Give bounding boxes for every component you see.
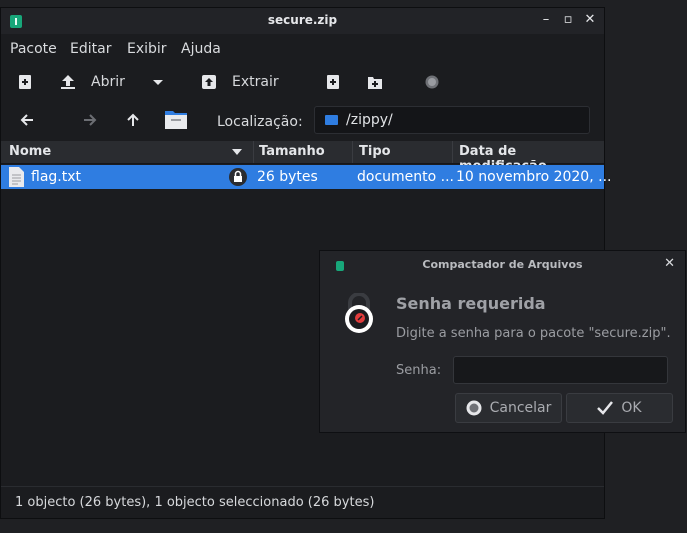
dialog-message: Digite a senha para o pacote "secure.zip… xyxy=(396,326,671,341)
add-file-icon xyxy=(327,75,339,89)
padlock-icon xyxy=(345,293,373,333)
dialog-heading: Senha requerida xyxy=(396,294,546,313)
password-label: Senha: xyxy=(396,363,442,378)
new-archive-button[interactable] xyxy=(18,68,32,96)
cancel-label: Cancelar xyxy=(489,400,552,416)
password-dialog: Compactador de Arquivos ✕ Senha requerid… xyxy=(319,250,686,433)
checkmark-icon xyxy=(597,401,614,415)
menu-exibir[interactable]: Exibir xyxy=(127,41,167,57)
forward-arrow-icon[interactable] xyxy=(83,113,97,127)
column-headers: Nome Tamanho Tipo Data de modificação xyxy=(1,141,604,174)
stop-button[interactable] xyxy=(425,68,439,96)
stop-icon xyxy=(425,75,439,89)
location-label: Localização: xyxy=(217,114,303,130)
column-type[interactable]: Tipo xyxy=(359,144,391,159)
menu-pacote[interactable]: Pacote xyxy=(10,41,57,57)
extract-button[interactable]: Extrair xyxy=(202,68,279,96)
file-type: documento ... xyxy=(357,169,455,185)
home-folder-icon[interactable] xyxy=(165,109,187,129)
add-folder-icon xyxy=(368,77,382,89)
up-arrow-icon[interactable] xyxy=(126,113,140,127)
add-folder-button[interactable] xyxy=(368,68,382,96)
toolbar: Abrir Extrair xyxy=(1,65,604,101)
column-name[interactable]: Nome xyxy=(9,144,51,159)
minimize-button[interactable]: – xyxy=(537,11,555,29)
password-input[interactable] xyxy=(453,356,668,384)
extract-label: Extrair xyxy=(232,74,279,90)
extract-icon xyxy=(202,75,216,89)
open-button[interactable]: Abrir xyxy=(61,68,125,96)
menu-editar[interactable]: Editar xyxy=(70,41,111,57)
folder-icon xyxy=(325,115,338,125)
navigation-bar: Localização: /zippy/ xyxy=(1,104,604,140)
new-document-icon xyxy=(19,75,31,89)
table-row[interactable]: flag.txt 26 bytes documento ... 10 novem… xyxy=(1,165,611,189)
maximize-button[interactable]: ▫ xyxy=(559,11,577,29)
location-path: /zippy/ xyxy=(346,112,393,128)
open-label: Abrir xyxy=(91,74,125,90)
file-size: 26 bytes xyxy=(257,169,318,185)
dialog-close-button[interactable]: ✕ xyxy=(664,256,675,271)
back-arrow-icon[interactable] xyxy=(20,113,34,127)
file-modified: 10 novembro 2020, ... xyxy=(456,169,612,185)
ok-label: OK xyxy=(621,400,642,416)
chevron-down-icon xyxy=(153,80,163,85)
file-name: flag.txt xyxy=(31,169,81,185)
sort-chevron-down-icon[interactable] xyxy=(232,149,242,155)
dialog-title: Compactador de Arquivos xyxy=(422,258,583,271)
text-file-icon xyxy=(9,167,24,187)
open-dropdown-button[interactable] xyxy=(151,68,165,96)
close-button[interactable]: ✕ xyxy=(581,11,599,29)
title-bar: secure.zip – ▫ ✕ xyxy=(1,8,604,34)
menu-bar: Pacote Editar Exibir Ajuda xyxy=(1,35,604,63)
status-bar: 1 objecto (26 bytes), 1 objecto seleccio… xyxy=(1,486,604,519)
status-text: 1 objecto (26 bytes), 1 objecto seleccio… xyxy=(15,495,375,510)
cancel-button[interactable]: Cancelar xyxy=(455,393,562,423)
location-field[interactable]: /zippy/ xyxy=(314,106,590,134)
menu-ajuda[interactable]: Ajuda xyxy=(181,41,221,57)
column-size[interactable]: Tamanho xyxy=(259,144,325,159)
ok-button[interactable]: OK xyxy=(566,393,673,423)
add-file-button[interactable] xyxy=(326,68,340,96)
window-title: secure.zip xyxy=(267,13,338,27)
cancel-icon xyxy=(466,400,482,416)
lock-icon xyxy=(229,168,247,186)
upload-icon xyxy=(61,75,75,89)
